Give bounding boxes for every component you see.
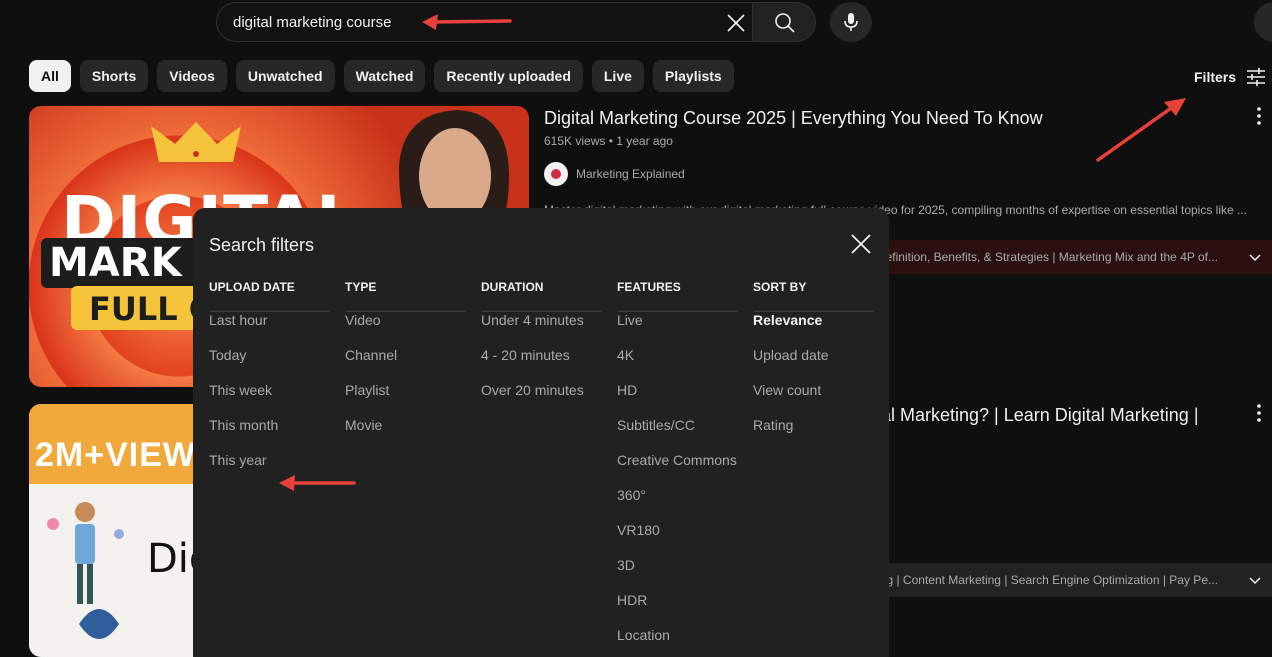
search-filters-dialog: Search filters UPLOAD DATE Last hour Tod…	[193, 208, 889, 657]
video-metadata: 615K views • 1 year ago	[544, 134, 673, 148]
filters-label: Filters	[1194, 69, 1237, 85]
search-input[interactable]: digital marketing course	[233, 14, 391, 31]
create-button[interactable]	[1254, 2, 1272, 42]
chip-all[interactable]: All	[29, 60, 71, 92]
filter-option-hd[interactable]: HD	[617, 382, 737, 417]
filter-heading: FEATURES	[617, 280, 737, 312]
search-box[interactable]: digital marketing course	[216, 2, 752, 42]
key-moments-bar[interactable]: keting | Content Marketing | Search Engi…	[860, 563, 1272, 597]
filter-option-creative-commons[interactable]: Creative Commons	[617, 452, 737, 487]
microphone-icon	[844, 13, 858, 31]
video-title[interactable]: Digital Marketing Course 2025 | Everythi…	[544, 108, 1043, 129]
channel-avatar	[544, 162, 568, 186]
filter-column-features: FEATURES Live 4K HD Subtitles/CC Creativ…	[617, 280, 737, 657]
search-button[interactable]	[752, 2, 816, 42]
filter-option-live[interactable]: Live	[617, 312, 737, 347]
filter-column-sort-by: SORT BY Relevance Upload date View count…	[753, 280, 873, 452]
chip-live[interactable]: Live	[591, 60, 644, 92]
filter-chips: All Shorts Videos Unwatched Watched Rece…	[29, 60, 734, 93]
filter-option-today[interactable]: Today	[209, 347, 329, 382]
filter-option-vr180[interactable]: VR180	[617, 522, 737, 557]
chip-unwatched[interactable]: Unwatched	[235, 60, 335, 92]
sort-option-relevance[interactable]: Relevance	[753, 312, 873, 347]
filter-option-last-hour[interactable]: Last hour	[209, 312, 329, 347]
video-title[interactable]: ital Marketing? | Learn Digital Marketin…	[872, 405, 1199, 426]
sliders-icon	[1247, 68, 1266, 86]
key-moments-bar[interactable]: efinition, Benefits, & Strategies | Mark…	[860, 240, 1272, 274]
clear-search-icon[interactable]	[725, 12, 747, 34]
filter-option-over-20-minutes[interactable]: Over 20 minutes	[481, 382, 601, 417]
chip-videos[interactable]: Videos	[157, 60, 227, 92]
upload-age: 1 year ago	[616, 134, 673, 148]
chip-watched[interactable]: Watched	[343, 60, 426, 92]
filter-option-this-month[interactable]: This month	[209, 417, 329, 452]
sort-option-upload-date[interactable]: Upload date	[753, 347, 873, 382]
filter-option-4-20-minutes[interactable]: 4 - 20 minutes	[481, 347, 601, 382]
filter-column-type: TYPE Video Channel Playlist Movie	[345, 280, 465, 452]
illustration-graphic	[47, 502, 124, 639]
search-icon	[775, 13, 795, 33]
filter-option-this-year[interactable]: This year	[209, 452, 329, 487]
filter-heading: DURATION	[481, 280, 601, 312]
chapters-text: efinition, Benefits, & Strategies | Mark…	[885, 250, 1218, 264]
filter-heading: TYPE	[345, 280, 465, 312]
dialog-title: Search filters	[209, 235, 315, 255]
voice-search-button[interactable]	[830, 2, 872, 42]
thumbnail-text: MARK	[49, 240, 182, 286]
sort-option-view-count[interactable]: View count	[753, 382, 873, 417]
sort-option-rating[interactable]: Rating	[753, 417, 873, 452]
filter-column-upload-date: UPLOAD DATE Last hour Today This week Th…	[209, 280, 329, 487]
chip-shorts[interactable]: Shorts	[79, 60, 149, 92]
filter-option-playlist[interactable]: Playlist	[345, 382, 465, 417]
filter-heading: UPLOAD DATE	[209, 280, 329, 312]
crown-graphic	[151, 122, 241, 162]
channel-link[interactable]: Marketing Explained	[544, 162, 685, 186]
chip-playlists[interactable]: Playlists	[652, 60, 734, 92]
filter-heading: SORT BY	[753, 280, 873, 312]
filter-option-360[interactable]: 360°	[617, 487, 737, 522]
more-options-icon[interactable]	[1250, 106, 1268, 126]
channel-name: Marketing Explained	[576, 167, 685, 181]
filter-option-location[interactable]: Location	[617, 627, 737, 657]
thumbnail-text: 2M+VIEW	[35, 436, 196, 474]
filters-button[interactable]: Filters	[1194, 64, 1266, 90]
chevron-down-icon	[1249, 577, 1261, 585]
chip-recently-uploaded[interactable]: Recently uploaded	[434, 60, 583, 92]
filter-option-hdr[interactable]: HDR	[617, 592, 737, 627]
filter-option-subtitles[interactable]: Subtitles/CC	[617, 417, 737, 452]
close-icon[interactable]	[849, 232, 873, 256]
filter-option-video[interactable]: Video	[345, 312, 465, 347]
filter-option-this-week[interactable]: This week	[209, 382, 329, 417]
filter-column-duration: DURATION Under 4 minutes 4 - 20 minutes …	[481, 280, 601, 417]
filter-option-movie[interactable]: Movie	[345, 417, 465, 452]
more-options-icon[interactable]	[1250, 403, 1268, 423]
view-count: 615K views	[544, 134, 606, 148]
filter-option-under-4-minutes[interactable]: Under 4 minutes	[481, 312, 601, 347]
filter-option-channel[interactable]: Channel	[345, 347, 465, 382]
annotation-arrow-filters	[1096, 98, 1186, 162]
filter-option-4k[interactable]: 4K	[617, 347, 737, 382]
chevron-down-icon	[1249, 254, 1261, 262]
filter-option-3d[interactable]: 3D	[617, 557, 737, 592]
chapters-text: keting | Content Marketing | Search Engi…	[861, 573, 1218, 587]
